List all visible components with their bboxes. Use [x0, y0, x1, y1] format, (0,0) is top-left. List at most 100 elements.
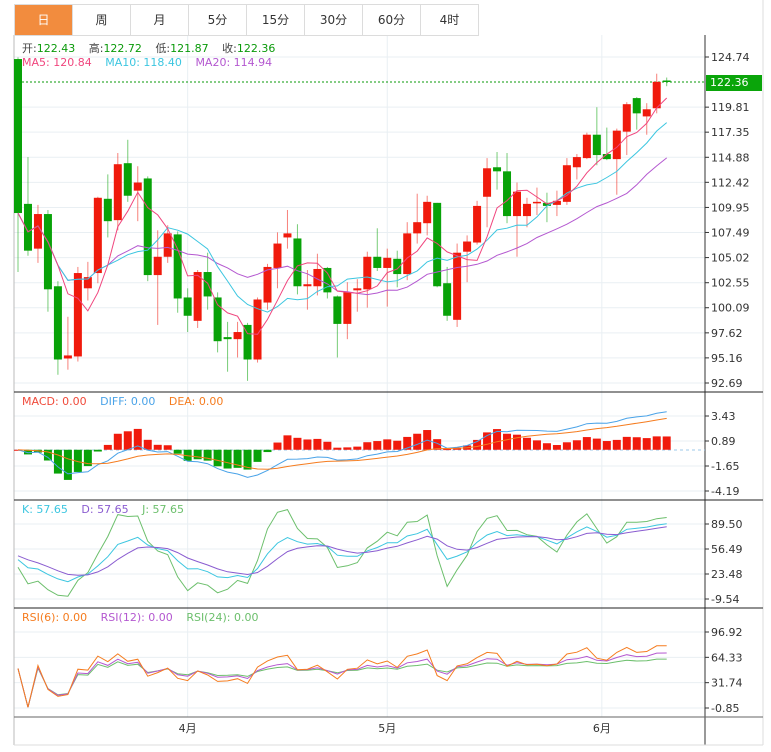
candle-up	[113, 164, 122, 221]
candle-up	[473, 205, 482, 243]
tab-5min[interactable]: 5分	[189, 5, 247, 35]
tab-week[interactable]: 周	[73, 5, 131, 35]
price-tick-label: 107.49	[711, 226, 750, 239]
candle-down	[373, 256, 382, 268]
candle-down	[43, 214, 52, 290]
macd-histogram-bar	[552, 445, 561, 450]
macd-histogram-bar	[363, 442, 372, 450]
candle-up	[273, 243, 282, 268]
candle-up	[63, 355, 72, 359]
macd-histogram-bar	[443, 449, 452, 451]
tab-60min[interactable]: 60分	[363, 5, 421, 35]
tab-30min[interactable]: 30分	[305, 5, 363, 35]
macd-histogram-bar	[602, 441, 611, 450]
k-value: K: 57.65	[22, 503, 68, 516]
kdj-tick-label: 23.48	[711, 568, 743, 581]
candle-up	[513, 191, 521, 217]
tab-day[interactable]: 日	[15, 5, 73, 35]
tab-month[interactable]: 月	[131, 5, 189, 35]
candle-up	[193, 272, 202, 321]
macd-histogram-bar	[113, 433, 122, 450]
tab-4hour[interactable]: 4时	[421, 5, 479, 35]
ma-legend: MA5: 120.84 MA10: 118.40 MA20: 114.94	[22, 56, 282, 69]
candle-up	[622, 104, 631, 132]
candle-down	[503, 171, 512, 217]
macd-histogram-bar	[353, 446, 362, 450]
price-tick-label: 105.02	[711, 252, 750, 265]
macd-histogram-bar	[572, 440, 581, 450]
macd-histogram-bar	[632, 437, 641, 450]
candle-up	[522, 203, 531, 217]
stock-chart[interactable]: 124.74 119.81 117.35 114.88 112.42 109.95 107.…	[0, 0, 771, 752]
rsi-tick-label: 31.74	[711, 677, 743, 690]
kdj-tick-label: 89.50	[711, 518, 743, 531]
macd-histogram-bar	[273, 442, 282, 450]
candle-up	[582, 134, 591, 159]
high-value: 122.72	[103, 42, 142, 55]
macd-histogram-bar	[652, 436, 661, 450]
candle-up	[652, 81, 661, 109]
low-value: 121.87	[170, 42, 209, 55]
macd-histogram-bar	[343, 447, 352, 450]
close-value: 122.36	[236, 42, 276, 55]
macd-histogram-bar	[413, 433, 422, 450]
candle-up	[233, 332, 242, 340]
macd-histogram-bar	[103, 444, 112, 450]
macd-histogram-bar	[333, 447, 342, 450]
kdj-tick-label: 56.49	[711, 543, 743, 556]
j-value: J: 57.65	[142, 503, 185, 516]
macd-histogram-bar	[642, 438, 651, 450]
high-label: 高:	[88, 42, 104, 55]
kdj-tick-label: -9.54	[711, 593, 739, 606]
candle-up	[562, 165, 571, 202]
macd-tick-label: 0.89	[711, 435, 736, 448]
candle-up	[73, 273, 82, 357]
candle-down	[123, 163, 132, 196]
candle-down	[223, 337, 232, 340]
macd-histogram-bar	[582, 437, 591, 450]
candle-up	[303, 284, 312, 287]
current-price-tag: 122.36	[706, 75, 762, 91]
open-value: 122.43	[36, 42, 76, 55]
candle-down	[143, 178, 152, 276]
candle-down	[493, 167, 502, 172]
candle-down	[662, 80, 671, 82]
d-value: D: 57.65	[81, 503, 129, 516]
price-tick-label: 95.16	[711, 352, 743, 365]
rsi-tick-label: 64.33	[711, 651, 743, 664]
rsi6-line	[17, 645, 667, 708]
candle-up	[33, 214, 42, 249]
macd-histogram-bar	[383, 439, 392, 450]
candles	[14, 57, 671, 480]
ohlc-legend: 开:122.43 高:122.72 低:121.87 收:122.36	[22, 40, 285, 56]
candle-down	[443, 283, 452, 316]
macd-value: MACD: 0.00	[22, 395, 87, 408]
diff-value: DIFF: 0.00	[100, 395, 156, 408]
price-tick-label: 117.35	[711, 126, 750, 139]
candle-up	[153, 256, 162, 276]
macd-histogram-bar	[283, 435, 292, 450]
macd-histogram-bar	[263, 449, 272, 453]
candle-up	[383, 257, 392, 268]
price-tick-label: 109.95	[711, 201, 750, 214]
price-tick-label: 112.42	[711, 176, 750, 189]
macd-histogram-bar	[143, 439, 152, 450]
rsi12-line	[17, 652, 667, 708]
candle-up	[423, 201, 432, 224]
x-axis-label: 5月	[378, 722, 396, 735]
macd-histogram-bar	[293, 437, 302, 450]
candle-down	[103, 198, 112, 222]
candle-up	[263, 266, 272, 303]
macd-tick-label: -1.65	[711, 460, 739, 473]
candle-down	[53, 286, 62, 360]
d-line	[17, 526, 667, 576]
macd-histogram-bar	[562, 442, 571, 450]
candle-up	[283, 233, 292, 238]
open-label: 开:	[22, 42, 37, 55]
tab-15min[interactable]: 15分	[247, 5, 305, 35]
candle-down	[632, 98, 641, 114]
rsi-tick-label: -0.85	[711, 702, 739, 715]
price-tick-label: 114.88	[711, 151, 750, 164]
macd-histogram-bar	[173, 449, 182, 454]
macd-legend: MACD: 0.00 DIFF: 0.00 DEA: 0.00	[22, 395, 233, 408]
